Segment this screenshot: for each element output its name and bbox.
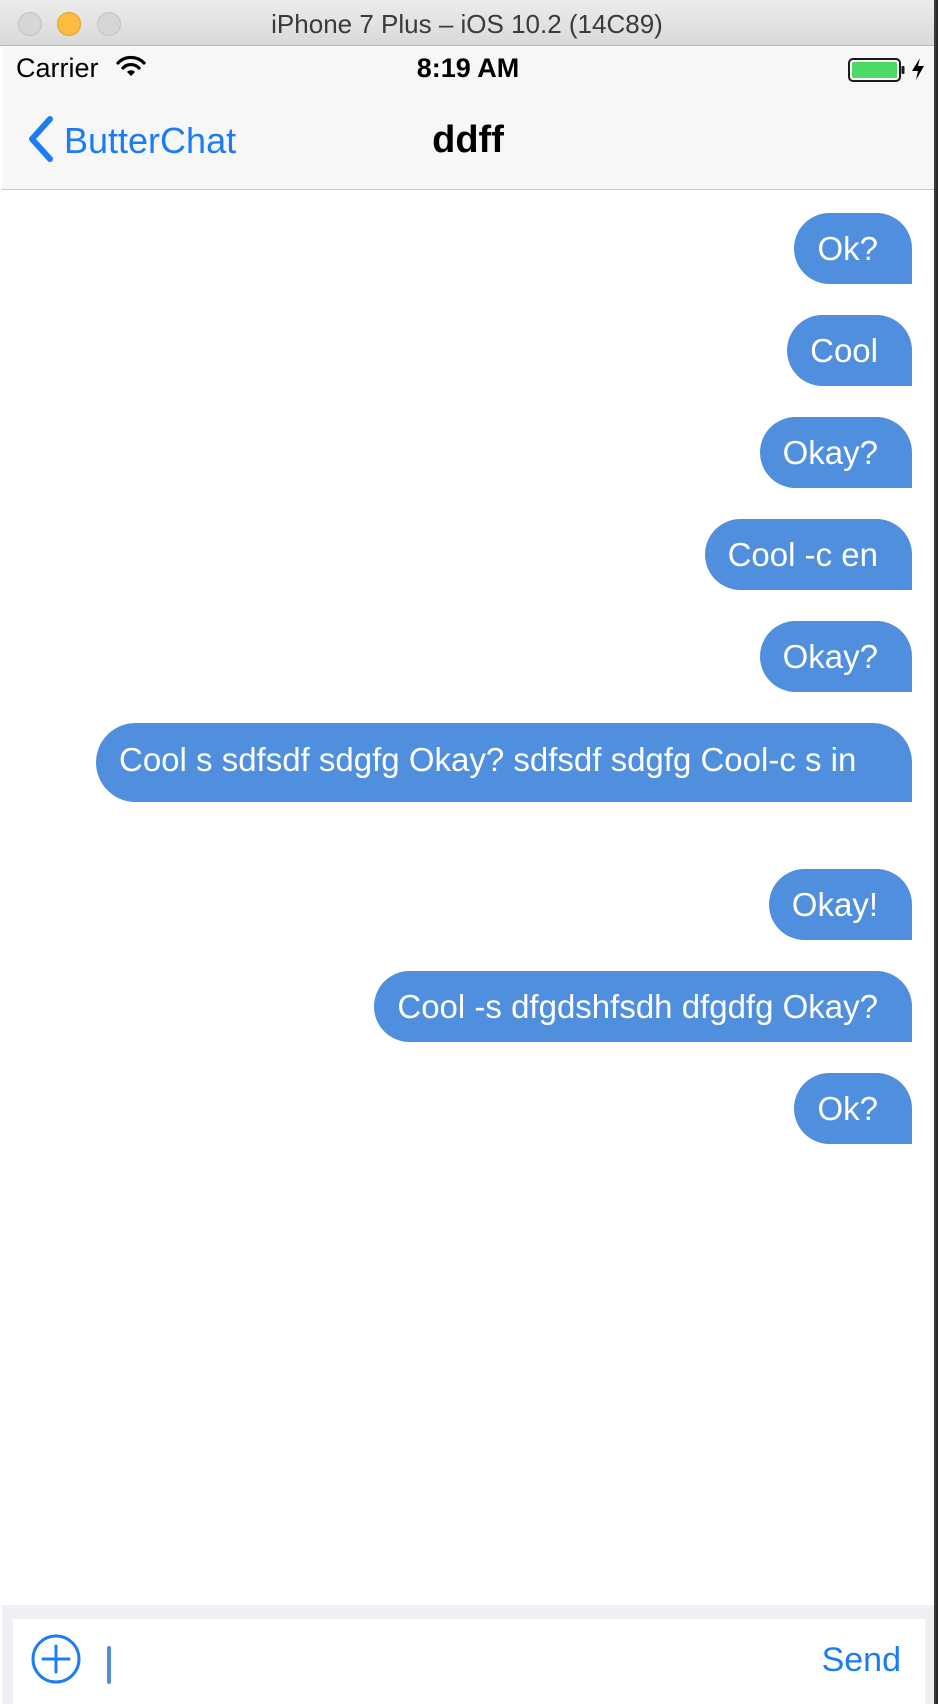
plus-circle-icon[interactable] — [30, 1633, 82, 1685]
message-bubble[interactable]: Okay! — [768, 869, 912, 940]
message-bubble[interactable]: Okay? — [759, 621, 912, 692]
window-title: iPhone 7 Plus – iOS 10.2 (14C89) — [271, 9, 663, 39]
conversation-title: ddff — [432, 119, 504, 161]
status-time: 8:19 AM — [416, 53, 520, 83]
message-bubble[interactable]: Ok? — [794, 1073, 912, 1144]
message-bubble[interactable]: Okay? — [759, 417, 912, 488]
message-input[interactable] — [117, 1637, 817, 1687]
send-button[interactable]: Send — [822, 1641, 901, 1680]
message-bubble[interactable]: Cool s sdfsdf sdgfg Okay? sdfsdf sdgfg C… — [96, 723, 912, 802]
message-bubble[interactable]: Cool -c en — [704, 519, 912, 590]
message-list[interactable]: Ok? Cool Okay? Cool -c en Okay? Cool s s… — [2, 190, 934, 1605]
message-bubble[interactable]: Cool — [787, 315, 912, 386]
charging-bolt-icon — [910, 57, 926, 86]
message-input-bar: Send — [2, 1605, 934, 1704]
simulator-window: iPhone 7 Plus – iOS 10.2 (14C89) Carrier… — [0, 0, 936, 1704]
window-titlebar: iPhone 7 Plus – iOS 10.2 (14C89) — [0, 0, 934, 46]
input-container: Send — [13, 1619, 925, 1704]
status-bar: Carrier 8:19 AM — [2, 47, 934, 91]
message-bubble[interactable]: Cool -s dfgdshfsdh dfgdfg Okay? — [374, 971, 912, 1042]
battery-icon — [848, 57, 906, 88]
navigation-bar: ButterChat ddff — [2, 91, 934, 190]
message-bubble[interactable]: Ok? — [794, 213, 912, 284]
text-cursor — [107, 1646, 111, 1684]
